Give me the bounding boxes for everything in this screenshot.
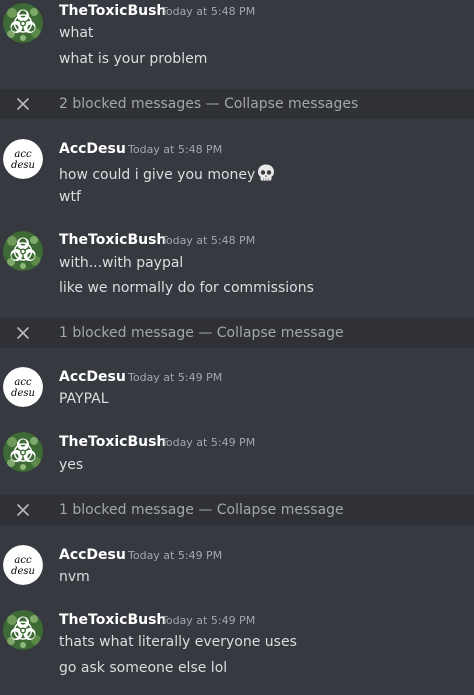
skull-icon [258, 164, 275, 181]
username[interactable]: TheToxicBush [59, 611, 166, 629]
timestamp: Today at 5:49 PM [161, 436, 256, 449]
message-group: acc desu AccDesu Today at 5:49 PM PAYPAL [0, 360, 474, 420]
message-group: TheToxicBush Today at 5:49 PM yes [0, 423, 474, 495]
avatar-text-top: acc [14, 377, 32, 388]
biohazard-icon [3, 3, 43, 43]
accdesu-avatar-icon: acc desu [3, 367, 43, 407]
blocked-messages-label: 1 blocked message — Collapse message [59, 501, 344, 519]
message-text: nvm [59, 569, 90, 585]
avatar-text-top: acc [14, 149, 32, 160]
username[interactable]: TheToxicBush [59, 2, 166, 20]
message-body: how could i give you money [59, 167, 256, 183]
separator: — [201, 96, 225, 112]
blocked-messages-label: 1 blocked message — Collapse message [59, 324, 344, 342]
blocked-messages-label: 2 blocked messages — Collapse messages [59, 95, 358, 113]
avatar-thetoxicbush[interactable] [3, 432, 43, 472]
avatar-thetoxicbush[interactable] [3, 3, 43, 43]
message-group: TheToxicBush Today at 5:48 PM what what … [0, 0, 474, 88]
timestamp: Today at 5:49 PM [128, 371, 223, 384]
timestamp: Today at 5:49 PM [161, 614, 256, 627]
message-group: acc desu AccDesu Today at 5:48 PM how co… [0, 130, 474, 208]
avatar-thetoxicbush[interactable] [3, 610, 43, 650]
chat-messages: TheToxicBush Today at 5:48 PM what what … [0, 0, 474, 695]
username[interactable]: AccDesu [59, 140, 126, 158]
message-text: what is your problem [59, 51, 208, 67]
username[interactable]: AccDesu [59, 368, 126, 386]
close-icon[interactable] [16, 326, 30, 340]
avatar-text-bottom: desu [11, 566, 35, 577]
message-group: TheToxicBush Today at 5:49 PM thats what… [0, 602, 474, 695]
blocked-messages-bar: 1 blocked message — Collapse message [0, 318, 474, 348]
message-text: thats what literally everyone uses [59, 634, 297, 650]
username[interactable]: AccDesu [59, 546, 126, 564]
biohazard-icon [3, 610, 43, 650]
biohazard-icon [3, 432, 43, 472]
message-text: go ask someone else lol [59, 660, 228, 676]
timestamp: Today at 5:48 PM [161, 234, 256, 247]
message-text: like we normally do for commissions [59, 280, 314, 296]
avatar-thetoxicbush[interactable] [3, 231, 43, 271]
accdesu-avatar-icon: acc desu [3, 139, 43, 179]
avatar-text-bottom: desu [11, 160, 35, 171]
close-icon[interactable] [16, 503, 30, 517]
timestamp: Today at 5:49 PM [128, 549, 223, 562]
message-text: yes [59, 457, 84, 473]
blocked-count: 1 blocked message [59, 502, 194, 518]
message-text: what [59, 25, 94, 41]
message-text: wtf [59, 189, 81, 205]
collapse-message-link[interactable]: Collapse message [217, 502, 344, 518]
message-text: PAYPAL [59, 391, 109, 407]
blocked-count: 2 blocked messages [59, 96, 202, 112]
blocked-messages-bar: 1 blocked message — Collapse message [0, 495, 474, 525]
avatar-text-bottom: desu [11, 388, 35, 399]
avatar-accdesu[interactable]: acc desu [3, 367, 43, 407]
close-icon[interactable] [16, 97, 30, 111]
username[interactable]: TheToxicBush [59, 231, 166, 249]
avatar-accdesu[interactable]: acc desu [3, 545, 43, 585]
timestamp: Today at 5:48 PM [161, 5, 256, 18]
message-group: acc desu AccDesu Today at 5:49 PM nvm [0, 538, 474, 598]
message-text: with...with paypal [59, 255, 184, 271]
collapse-messages-link[interactable]: Collapse messages [224, 96, 358, 112]
blocked-count: 1 blocked message [59, 325, 194, 341]
message-group: TheToxicBush Today at 5:48 PM with...wit… [0, 218, 474, 318]
biohazard-icon [3, 231, 43, 271]
avatar-text-top: acc [14, 555, 32, 566]
collapse-message-link[interactable]: Collapse message [217, 325, 344, 341]
blocked-messages-bar: 2 blocked messages — Collapse messages [0, 89, 474, 119]
timestamp: Today at 5:48 PM [128, 143, 223, 156]
avatar-accdesu[interactable]: acc desu [3, 139, 43, 179]
message-text: how could i give you money [59, 163, 276, 184]
username[interactable]: TheToxicBush [59, 433, 166, 451]
separator: — [193, 325, 217, 341]
accdesu-avatar-icon: acc desu [3, 545, 43, 585]
separator: — [193, 502, 217, 518]
